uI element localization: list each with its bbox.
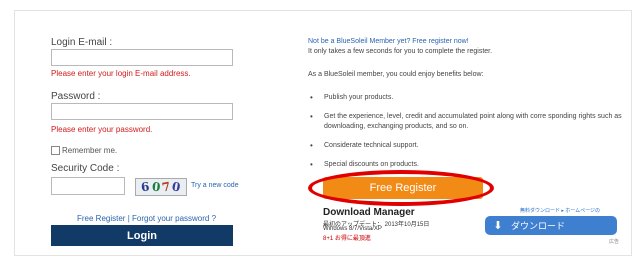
security-code-label: Security Code : — [51, 163, 120, 174]
free-register-button[interactable]: Free Register — [323, 177, 483, 199]
remember-checkbox[interactable] — [51, 146, 60, 155]
benefits-intro: As a BlueSoleil member, you could enjoy … — [308, 71, 484, 78]
benefits-list: • Publish your products. • Get the experie… — [308, 93, 638, 179]
download-button[interactable]: ⬇ ダウンロード — [485, 216, 617, 235]
email-error: Please enter your login E-mail address. — [51, 69, 191, 78]
remember-label: Remember me. — [62, 146, 118, 155]
download-arrow-icon: ⬇ — [493, 220, 503, 232]
login-button[interactable]: Login — [51, 225, 233, 246]
captcha-image: 6 0 7 0 — [135, 178, 187, 196]
ad-corner-label: 広告 — [609, 239, 620, 245]
download-ad[interactable]: Download Manager 最初のアップデート： 2013年10月15日 … — [323, 207, 628, 249]
list-item: • Special discounts on products. — [310, 160, 419, 169]
email-label: Login E-mail : — [51, 37, 113, 48]
remember-me: Remember me. — [51, 146, 117, 155]
account-links: Free Register | Forgot your password ? — [77, 214, 216, 223]
download-button-label: ダウンロード — [511, 221, 566, 231]
register-time-note: It only takes a few seconds for you to c… — [308, 48, 493, 55]
new-code-link[interactable]: Try a new code — [191, 182, 239, 189]
ad-top-label[interactable]: 無料ダウンロード ▸ ホームページの — [520, 207, 600, 214]
captcha-char: 0 — [150, 179, 161, 195]
list-item: • Considerate technical support. — [310, 141, 419, 150]
password-error: Please enter your password. — [51, 125, 153, 134]
captcha-char: 7 — [160, 179, 172, 195]
forgot-password-link[interactable]: Forgot your password ? — [132, 214, 216, 223]
password-field[interactable] — [51, 103, 233, 120]
not-member-link[interactable]: Not be a BlueSoleil Member yet? Free reg… — [308, 38, 469, 45]
ad-title: Download Manager — [323, 207, 415, 218]
list-item: • Publish your products. — [310, 93, 394, 102]
password-label: Password : — [51, 91, 101, 102]
ad-os-line: Windows 8/7/Vista/XP — [323, 226, 382, 232]
captcha-char: 6 — [140, 179, 151, 195]
email-field[interactable] — [51, 49, 233, 66]
list-item: • Get the experience, level, credit and a… — [310, 112, 622, 130]
security-code-input[interactable] — [51, 177, 125, 195]
login-panel: Login E-mail : Please enter your login E… — [14, 10, 632, 256]
captcha-char: 0 — [171, 179, 182, 195]
free-register-link[interactable]: Free Register — [77, 214, 125, 223]
ad-promo-line: 8+1 お得に最頂進 — [323, 236, 371, 242]
